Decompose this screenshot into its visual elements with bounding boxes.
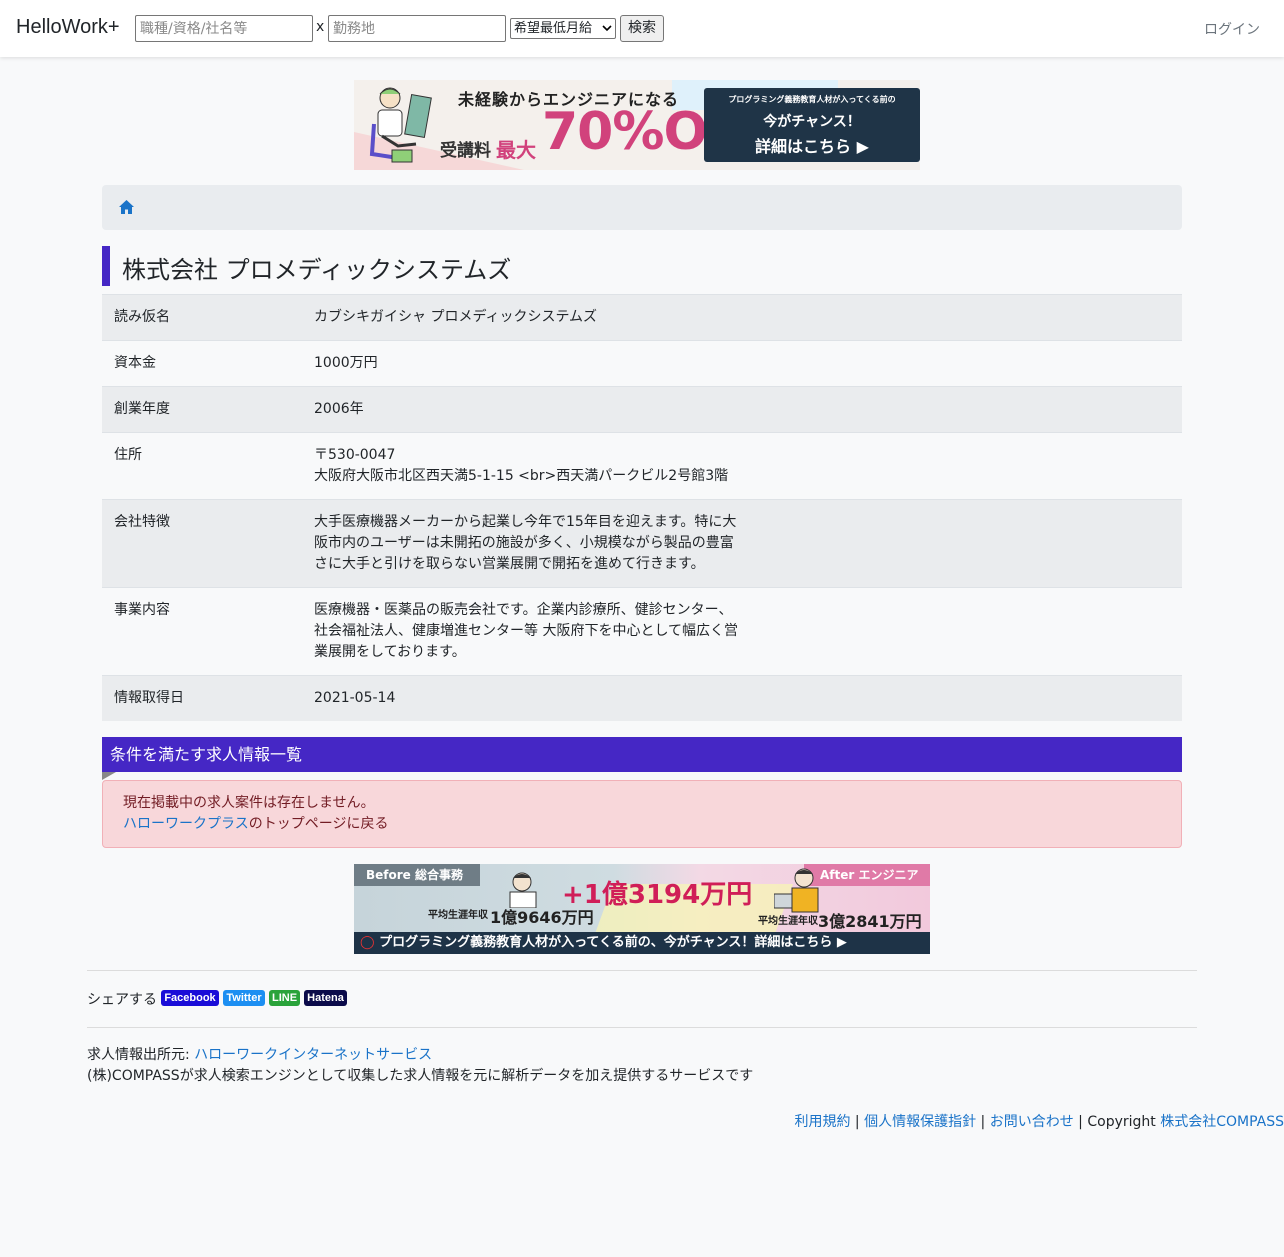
search-separator: x (316, 19, 325, 35)
company-link[interactable]: 株式会社COMPASS (1160, 1114, 1284, 1130)
home-link-suffix: のトップページに戻る (248, 816, 389, 832)
banner-cta-mid: 今がチャンス！ (763, 114, 861, 130)
row-value: カブシキガイシャ プロメディックシステムズ (302, 294, 1182, 341)
person-at-laptop-illustration (369, 87, 432, 163)
share-twitter-button[interactable]: Twitter (223, 990, 265, 1006)
banner-cta-text: プログラミング義務教育人材が入ってくる前の、今がチャンス！詳細はこちら ▶ (379, 935, 847, 950)
share-line-button[interactable]: LINE (269, 990, 300, 1006)
divider (87, 1027, 1197, 1028)
brand-logo[interactable]: HelloWork+ (16, 16, 120, 39)
engineer-illustration (774, 868, 819, 913)
salary-select[interactable]: 希望最低月給 (510, 18, 616, 39)
service-note: (株)COMPASSが求人検索エンジンとして収集した求人情報を元に解析データを加… (87, 1068, 754, 1084)
banner-before-label: Before 総合事務 (354, 864, 480, 886)
source-line: 求人情報出所元: ハローワークインターネットサービス (87, 1045, 753, 1066)
privacy-link[interactable]: 個人情報保護指針 (864, 1114, 976, 1130)
row-value: 2021-05-14 (302, 675, 1182, 721)
row-key: 読み仮名 (102, 294, 302, 341)
alert-home-line: ハローワークプラスのトップページに戻る (123, 814, 1161, 835)
ring-icon: ◯ (360, 935, 380, 950)
footer-sep: | (976, 1114, 990, 1130)
keyword-input[interactable] (135, 15, 313, 42)
table-row: 会社特徴 大手医療機器メーカーから起業し今年で15年目を迎えます。特に大阪市内の… (102, 499, 1182, 588)
page-title: 株式会社 プロメディックシステムズ (122, 256, 512, 284)
ad-banner-top[interactable]: 未経験からエンジニアになる 受講料 最大 70%Off プログラミング義務教育人… (354, 80, 920, 170)
source-info: 求人情報出所元: ハローワークインターネットサービス (株)COMPASSが求人… (87, 1045, 753, 1087)
share-hatena-button[interactable]: Hatena (304, 990, 347, 1006)
alert-message: 現在掲載中の求人案件は存在しません。 (123, 795, 375, 811)
footer-sep: | (1073, 1114, 1088, 1130)
share-label: シェアする (87, 992, 157, 1008)
navbar: HelloWork+ x 希望最低月給 検索 ログイン (0, 0, 1284, 57)
page-heading: 株式会社 プロメディックシステムズ (102, 246, 1182, 286)
postal-code: 〒530-0047 (314, 447, 396, 463)
source-link[interactable]: ハローワークインターネットサービス (194, 1047, 432, 1063)
table-row: 創業年度 2006年 (102, 386, 1182, 433)
table-row: 資本金 1000万円 (102, 340, 1182, 387)
banner-before-value: 1億9646万円 (490, 908, 594, 927)
banner-cta-button: 詳細はこちら ▶ (755, 137, 869, 156)
source-prefix: 求人情報出所元: (87, 1047, 195, 1063)
address: 大阪府大阪市北区西天満5-1-15 <br>西天満パークビル2号館3階 (314, 468, 729, 484)
row-key: 情報取得日 (102, 675, 302, 721)
share-facebook-button[interactable]: Facebook (161, 990, 219, 1006)
no-jobs-alert: 現在掲載中の求人案件は存在しません。 ハローワークプラスのトップページに戻る (102, 780, 1182, 848)
footer: 利用規約 | 個人情報保護指針 | お問い合わせ | Copyright 株式会… (794, 1111, 1284, 1131)
table-row: 情報取得日 2021-05-14 (102, 675, 1182, 721)
row-key: 創業年度 (102, 386, 302, 433)
row-key: 住所 (102, 432, 302, 500)
row-value: 〒530-0047 大阪府大阪市北区西天満5-1-15 <br>西天満パークビル… (302, 432, 1182, 500)
contact-link[interactable]: お問い合わせ (990, 1114, 1074, 1130)
ad-banner-bottom[interactable]: Before 総合事務 After エンジニア +1億3194万円 平均生涯年収… (354, 864, 930, 954)
table-row: 読み仮名 カブシキガイシャ プロメディックシステムズ (102, 294, 1182, 341)
row-value: 大手医療機器メーカーから起業し今年で15年目を迎えます。特に大阪市内のユーザーは… (314, 514, 737, 572)
banner-after-caption: 平均生涯年収 (758, 916, 818, 927)
row-value: 2006年 (302, 386, 1182, 433)
row-value: 1000万円 (302, 340, 1182, 387)
salary-select-value: 希望最低月給 (514, 21, 593, 36)
banner-max-label: 最大 (496, 138, 536, 162)
table-row: 事業内容 医療機器・医薬品の販売会社です。企業内診療所、健診センター、社会福祉法… (102, 587, 1182, 676)
terms-link[interactable]: 利用規約 (794, 1114, 850, 1130)
home-icon[interactable] (118, 199, 135, 215)
footer-sep: | (850, 1114, 865, 1130)
login-link[interactable]: ログイン (1204, 19, 1260, 39)
copyright-text: Copyright (1087, 1114, 1161, 1130)
company-info-table: 読み仮名 カブシキガイシャ プロメディックシステムズ 資本金 1000万円 創業… (102, 294, 1182, 721)
banner-cta-box[interactable]: プログラミング義務教育人材が入ってくる前の 今がチャンス！ 詳細はこちら ▶ (704, 88, 920, 162)
search-button[interactable]: 検索 (620, 15, 664, 42)
home-link[interactable]: ハローワークプラス (123, 816, 249, 832)
banner-cta-strip: ◯ プログラミング義務教育人材が入ってくる前の、今がチャンス！詳細はこちら ▶ (354, 932, 930, 954)
title-accent-bar (102, 246, 110, 286)
table-row: 住所 〒530-0047 大阪府大阪市北区西天満5-1-15 <br>西天満パー… (102, 432, 1182, 500)
banner-cta-small: プログラミング義務教育人材が入ってくる前の (728, 95, 896, 104)
worried-man-illustration (509, 872, 537, 908)
row-key: 会社特徴 (102, 499, 302, 588)
chevron-down-icon (601, 19, 613, 38)
heading-ribbon-tail (102, 772, 116, 780)
divider (87, 970, 1197, 971)
banner-after-value: 3億2841万円 (818, 912, 922, 931)
breadcrumb (102, 185, 1182, 230)
row-key: 事業内容 (102, 587, 302, 676)
row-value: 医療機器・医薬品の販売会社です。企業内診療所、健診センター、社会福祉法人、健康増… (314, 602, 739, 660)
banner-fee-label: 受講料 (440, 141, 491, 161)
row-key: 資本金 (102, 340, 302, 387)
banner-before-caption: 平均生涯年収 (428, 910, 488, 921)
jobs-section-heading: 条件を満たす求人情報一覧 (102, 737, 1182, 772)
location-input[interactable] (328, 15, 506, 42)
